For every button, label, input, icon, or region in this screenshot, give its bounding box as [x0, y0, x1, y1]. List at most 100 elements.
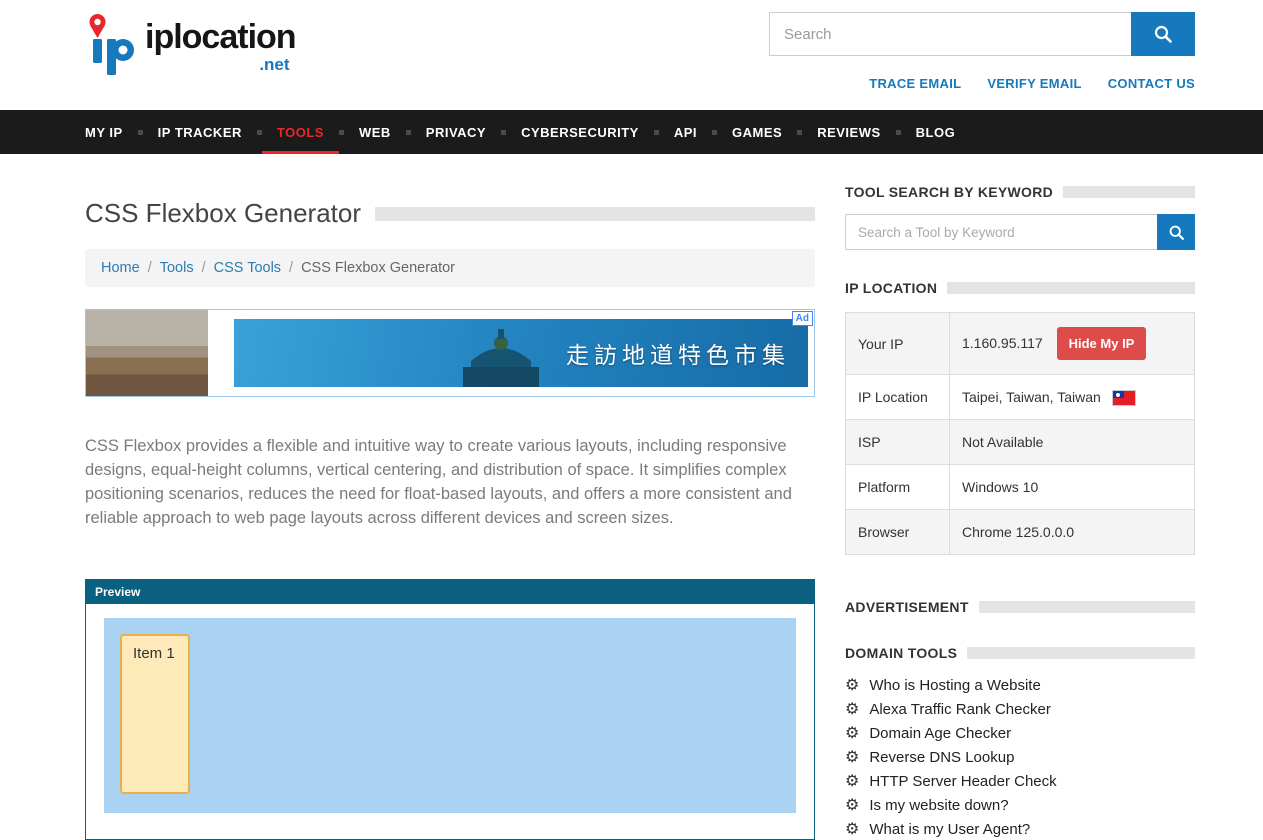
table-row: Platform Windows 10	[846, 465, 1195, 510]
row-label: IP Location	[846, 375, 950, 420]
site-header: iplocation .net TRACE EMAIL VERIFY EMAIL…	[0, 0, 1263, 110]
table-row: IP Location Taipei, Taiwan, Taiwan	[846, 375, 1195, 420]
search-icon	[1153, 24, 1173, 44]
heading-decorative-bar	[967, 647, 1195, 659]
tool-search-heading: TOOL SEARCH BY KEYWORD	[845, 184, 1053, 200]
trace-email-link[interactable]: TRACE EMAIL	[869, 76, 961, 91]
preview-panel-title: Preview	[86, 580, 814, 604]
domain-tools-list: ⚙ Who is Hosting a Website ⚙ Alexa Traffic…	[845, 677, 1195, 838]
taiwan-flag-icon	[1113, 391, 1135, 405]
breadcrumb-current: CSS Flexbox Generator	[301, 260, 455, 276]
list-item: ⚙ Is my website down?	[845, 797, 1195, 814]
list-item: ⚙ Alexa Traffic Rank Checker	[845, 701, 1195, 718]
nav-item-my-ip[interactable]: MY IP	[85, 110, 138, 154]
browser-value: Chrome 125.0.0.0	[950, 510, 1195, 555]
list-item: ⚙ Who is Hosting a Website	[845, 677, 1195, 694]
row-value-cell: 1.160.95.117 Hide My IP	[950, 313, 1195, 375]
page: iplocation .net TRACE EMAIL VERIFY EMAIL…	[0, 0, 1263, 840]
table-row: Browser Chrome 125.0.0.0	[846, 510, 1195, 555]
gear-icon: ⚙	[845, 678, 859, 694]
title-decorative-bar	[375, 207, 815, 221]
domain-tool-link-user-agent[interactable]: What is my User Agent?	[869, 821, 1030, 838]
isp-value: Not Available	[950, 420, 1195, 465]
domain-tool-link-alexa-rank[interactable]: Alexa Traffic Rank Checker	[869, 701, 1050, 718]
site-logo[interactable]: iplocation .net	[85, 12, 296, 76]
nav-item-reviews[interactable]: REVIEWS	[802, 110, 895, 154]
breadcrumb: Home / Tools / CSS Tools / CSS Flexbox G…	[85, 249, 815, 287]
breadcrumb-css-tools[interactable]: CSS Tools	[214, 260, 281, 276]
platform-value: Windows 10	[950, 465, 1195, 510]
nav-item-ip-tracker[interactable]: IP TRACKER	[143, 110, 257, 154]
advertisement-heading: ADVERTISEMENT	[845, 599, 969, 615]
gear-icon: ⚙	[845, 726, 859, 742]
tool-search-button[interactable]	[1157, 214, 1195, 250]
ip-pin-icon	[85, 12, 141, 76]
preview-body: Item 1	[86, 604, 814, 839]
heading-decorative-bar	[1063, 186, 1195, 198]
domain-tool-link-website-down[interactable]: Is my website down?	[869, 797, 1008, 814]
nav-item-games[interactable]: GAMES	[717, 110, 797, 154]
tool-search-input[interactable]	[845, 214, 1157, 250]
breadcrumb-home[interactable]: Home	[101, 260, 140, 276]
domain-tool-link-http-header[interactable]: HTTP Server Header Check	[869, 773, 1056, 790]
row-label: Browser	[846, 510, 950, 555]
header-search	[769, 12, 1195, 56]
flexbox-preview-panel: Preview Item 1	[85, 579, 815, 840]
flex-preview-container: Item 1	[104, 618, 796, 813]
table-row: Your IP 1.160.95.117 Hide My IP	[846, 313, 1195, 375]
contact-us-link[interactable]: CONTACT US	[1108, 76, 1195, 91]
ad-banner[interactable]: 走訪地道特色市集 Ad	[85, 309, 815, 397]
row-value-cell: Taipei, Taiwan, Taiwan	[950, 375, 1195, 420]
domain-tool-link-domain-age[interactable]: Domain Age Checker	[869, 725, 1011, 742]
list-item: ⚙ HTTP Server Header Check	[845, 773, 1195, 790]
nav-item-blog[interactable]: BLOG	[901, 110, 971, 154]
ip-location-value: Taipei, Taiwan, Taiwan	[962, 389, 1101, 405]
nav-item-api[interactable]: API	[659, 110, 712, 154]
tool-search	[845, 214, 1195, 250]
header-links: TRACE EMAIL VERIFY EMAIL CONTACT US	[869, 76, 1195, 91]
ip-location-table: Your IP 1.160.95.117 Hide My IP IP Locat…	[845, 312, 1195, 555]
heading-decorative-bar	[979, 601, 1195, 613]
domain-tool-link-reverse-dns[interactable]: Reverse DNS Lookup	[869, 749, 1014, 766]
breadcrumb-separator: /	[202, 260, 206, 276]
gear-icon: ⚙	[845, 774, 859, 790]
header-search-input[interactable]	[769, 12, 1131, 56]
search-icon	[1168, 224, 1185, 241]
main-nav: MY IP IP TRACKER TOOLS WEB PRIVACY CYBER…	[0, 110, 1263, 154]
ip-location-heading: IP LOCATION	[845, 280, 937, 296]
table-row: ISP Not Available	[846, 420, 1195, 465]
flex-preview-item[interactable]: Item 1	[120, 634, 190, 794]
ad-photo-image	[86, 310, 208, 396]
header-search-button[interactable]	[1131, 12, 1195, 56]
building-dome-icon	[441, 327, 561, 387]
gear-icon: ⚙	[845, 750, 859, 766]
list-item: ⚙ What is my User Agent?	[845, 821, 1195, 838]
nav-item-web[interactable]: WEB	[344, 110, 406, 154]
gear-icon: ⚙	[845, 822, 859, 838]
sidebar: TOOL SEARCH BY KEYWORD IP LOCATION Your …	[845, 184, 1195, 840]
row-label: Platform	[846, 465, 950, 510]
domain-tool-link-hosting[interactable]: Who is Hosting a Website	[869, 677, 1040, 694]
breadcrumb-tools[interactable]: Tools	[160, 260, 194, 276]
gear-icon: ⚙	[845, 798, 859, 814]
domain-tools-heading: DOMAIN TOOLS	[845, 645, 957, 661]
hide-my-ip-button[interactable]: Hide My IP	[1057, 327, 1147, 360]
ad-overlay-text: 走訪地道特色市集	[566, 336, 790, 370]
tool-description: CSS Flexbox provides a flexible and intu…	[85, 435, 815, 531]
verify-email-link[interactable]: VERIFY EMAIL	[987, 76, 1081, 91]
your-ip-value: 1.160.95.117	[962, 335, 1043, 351]
ad-choices-label[interactable]: Ad	[792, 311, 813, 326]
nav-item-tools[interactable]: TOOLS	[262, 110, 339, 154]
logo-text: iplocation .net	[145, 12, 296, 75]
row-label: ISP	[846, 420, 950, 465]
breadcrumb-separator: /	[148, 260, 152, 276]
list-item: ⚙ Reverse DNS Lookup	[845, 749, 1195, 766]
row-label: Your IP	[846, 313, 950, 375]
nav-item-cybersecurity[interactable]: CYBERSECURITY	[506, 110, 654, 154]
list-item: ⚙ Domain Age Checker	[845, 725, 1195, 742]
nav-item-privacy[interactable]: PRIVACY	[411, 110, 501, 154]
gear-icon: ⚙	[845, 702, 859, 718]
ad-creative: 走訪地道特色市集	[234, 319, 808, 387]
heading-decorative-bar	[947, 282, 1195, 294]
main-content: CSS Flexbox Generator Home / Tools / CSS…	[85, 184, 815, 840]
